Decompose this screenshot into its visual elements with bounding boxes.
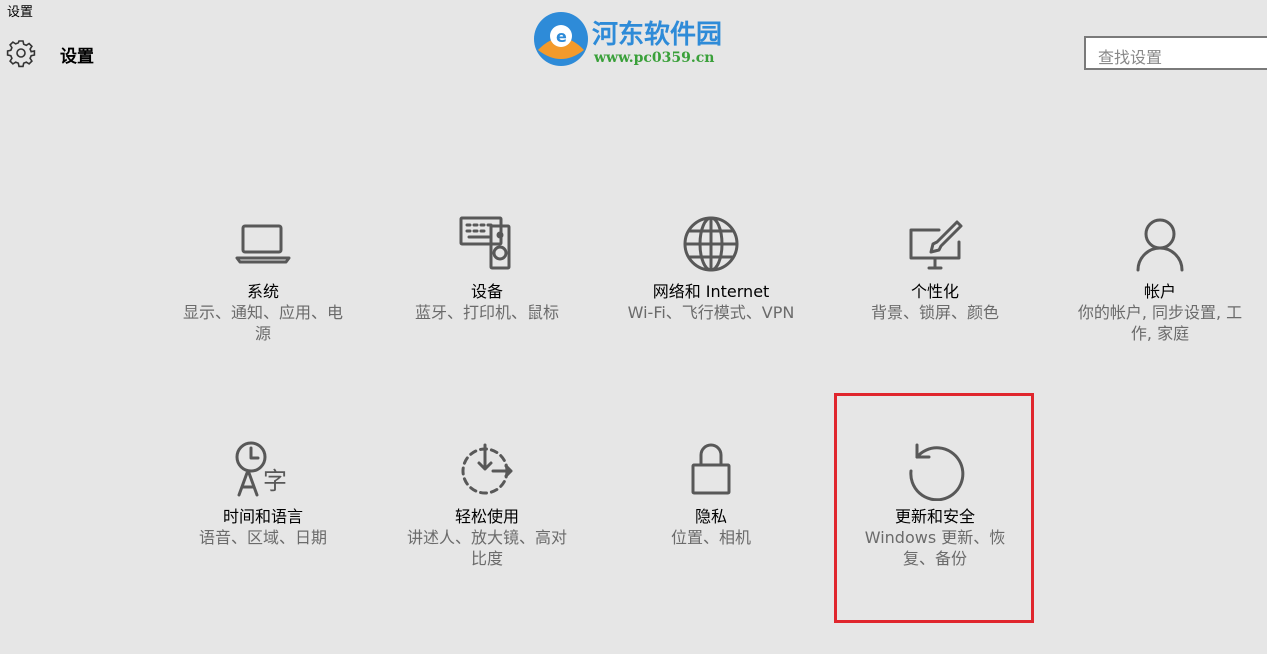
tile-desc: 蓝牙、打印机、鼠标 [414, 303, 559, 322]
tile-devices[interactable]: 设备 蓝牙、打印机、鼠标 [387, 212, 587, 323]
tile-title: 帐户 [1143, 282, 1176, 301]
tile-title: 设备 [470, 282, 503, 301]
tile-system[interactable]: 系统 显示、通知、应用、电源 [163, 212, 363, 344]
tile-desc: 显示、通知、应用、电源 [182, 303, 343, 343]
tile-desc: Wi-Fi、飞行模式、VPN [627, 303, 795, 322]
laptop-icon [235, 224, 291, 264]
tile-title: 时间和语言 [222, 507, 303, 526]
watermark-url: www.pc0359.cn [594, 50, 715, 66]
tile-desc: 你的帐户, 同步设置, 工作, 家庭 [1077, 303, 1243, 343]
watermark-logo-icon: e [534, 12, 588, 66]
tile-title: 个性化 [910, 282, 959, 301]
paint-monitor-icon [909, 220, 963, 270]
tile-title: 网络和 Internet [652, 282, 770, 301]
watermark: e 河东软件园 www.pc0359.cn [532, 10, 732, 68]
tile-desc: 语音、区域、日期 [198, 528, 327, 547]
clock-language-icon: 字 [235, 441, 287, 497]
person-icon [1136, 218, 1184, 272]
tile-desc: 位置、相机 [670, 528, 751, 547]
tile-network[interactable]: 网络和 Internet Wi-Fi、飞行模式、VPN [611, 212, 811, 323]
globe-icon [683, 216, 739, 272]
svg-text:e: e [556, 27, 567, 46]
tile-ease-of-access[interactable]: 轻松使用 讲述人、放大镜、高对比度 [387, 437, 587, 569]
gear-icon[interactable] [6, 38, 36, 68]
tile-personalization[interactable]: 个性化 背景、锁屏、颜色 [835, 212, 1035, 323]
selection-highlight [834, 393, 1034, 623]
keyboard-speaker-icon [459, 216, 511, 270]
lock-icon [691, 443, 731, 495]
ease-of-access-icon [461, 443, 513, 495]
tile-time-language[interactable]: 字 时间和语言 语音、区域、日期 [163, 437, 363, 548]
svg-text:字: 字 [263, 467, 287, 495]
tile-title: 隐私 [694, 507, 727, 526]
window-title: 设置 [7, 5, 34, 20]
tile-desc: 背景、锁屏、颜色 [870, 303, 999, 322]
tile-title: 系统 [246, 282, 279, 301]
tile-privacy[interactable]: 隐私 位置、相机 [611, 437, 811, 548]
tile-title: 轻松使用 [454, 507, 519, 526]
tile-accounts[interactable]: 帐户 你的帐户, 同步设置, 工作, 家庭 [1060, 212, 1260, 344]
search-input[interactable]: 查找设置 [1084, 36, 1267, 70]
page-title: 设置 [60, 47, 94, 67]
tile-desc: 讲述人、放大镜、高对比度 [406, 528, 567, 568]
watermark-name: 河东软件园 [592, 20, 723, 50]
